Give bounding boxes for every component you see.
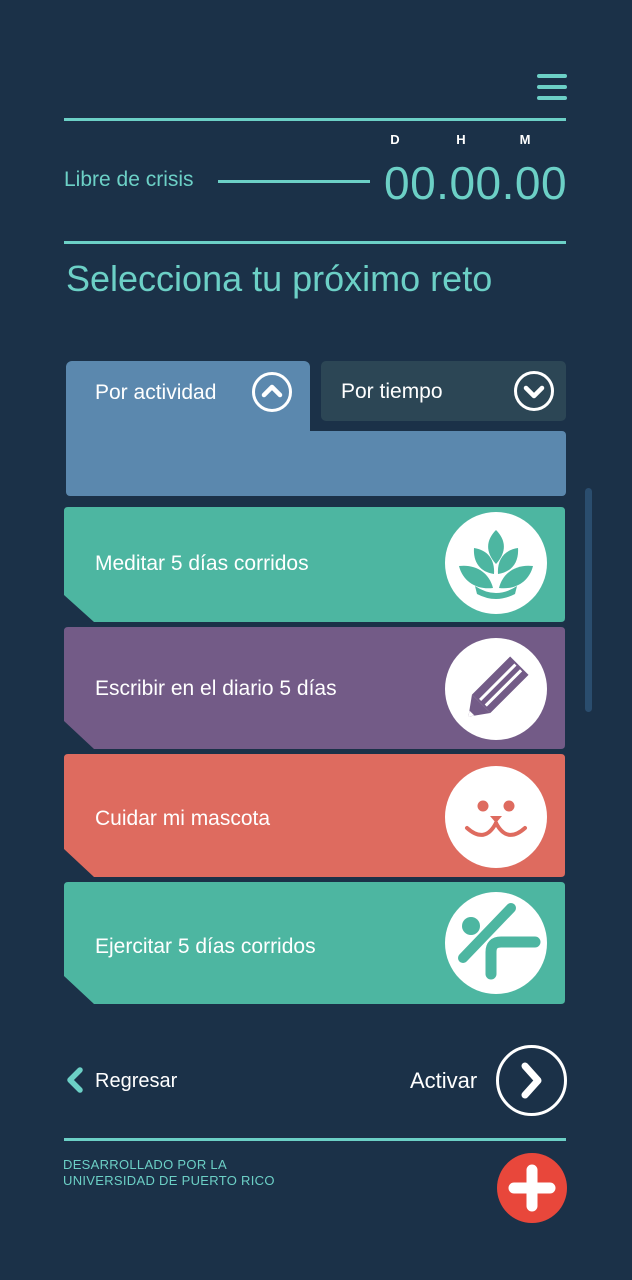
tab-panel-actividad (66, 431, 566, 496)
hamburger-menu-icon[interactable] (536, 72, 568, 104)
plus-icon (508, 1164, 556, 1212)
challenge-card-ejercitar[interactable]: Ejercitar 5 días corridos (64, 882, 565, 1004)
activate-button[interactable] (496, 1045, 567, 1116)
chevron-up-icon[interactable] (252, 372, 292, 412)
crisis-label-line (218, 180, 370, 183)
chevron-left-icon (67, 1067, 83, 1093)
challenge-label: Ejercitar 5 días corridos (95, 935, 316, 958)
back-button[interactable] (64, 1066, 86, 1099)
challenge-label: Cuidar mi mascota (95, 807, 271, 830)
pencil-icon (445, 638, 547, 740)
lotus-icon (445, 512, 547, 614)
footer-divider (64, 1138, 566, 1141)
header-divider-top (64, 118, 566, 121)
header-divider-bottom (64, 241, 566, 244)
exercise-person-icon (445, 892, 547, 994)
scrollbar[interactable] (585, 488, 592, 712)
crisis-free-timer: 00.00.00 (384, 157, 568, 209)
tab-label: Por tiempo (341, 380, 443, 403)
credit-line-1: DESARROLLADO POR LA (63, 1157, 227, 1172)
timer-unit-hours: H (456, 132, 466, 147)
tab-por-tiempo[interactable]: Por tiempo (321, 361, 566, 421)
activate-label[interactable]: Activar (410, 1068, 477, 1094)
chevron-right-icon (521, 1062, 542, 1099)
challenge-label: Meditar 5 días corridos (95, 552, 309, 575)
tab-por-actividad[interactable]: Por actividad (66, 361, 310, 441)
back-label[interactable]: Regresar (95, 1070, 177, 1093)
credit-line-2: UNIVERSIDAD DE PUERTO RICO (63, 1173, 275, 1188)
timer-unit-days: D (390, 132, 400, 147)
timer-unit-minutes: M (519, 132, 531, 147)
crisis-free-label: Libre de crisis (64, 168, 194, 191)
challenge-card-escribir[interactable]: Escribir en el diario 5 días (64, 627, 565, 749)
challenge-label: Escribir en el diario 5 días (95, 677, 337, 700)
pet-face-icon (445, 766, 547, 868)
challenge-card-meditar[interactable]: Meditar 5 días corridos (64, 507, 565, 622)
developer-credit: DESARROLLADO POR LA UNIVERSIDAD DE PUERT… (63, 1157, 275, 1189)
challenge-card-mascota[interactable]: Cuidar mi mascota (64, 754, 565, 877)
page-title: Selecciona tu próximo reto (66, 258, 493, 299)
chevron-down-icon[interactable] (514, 371, 554, 411)
emergency-plus-button[interactable] (497, 1153, 567, 1223)
tab-label: Por actividad (95, 381, 217, 404)
